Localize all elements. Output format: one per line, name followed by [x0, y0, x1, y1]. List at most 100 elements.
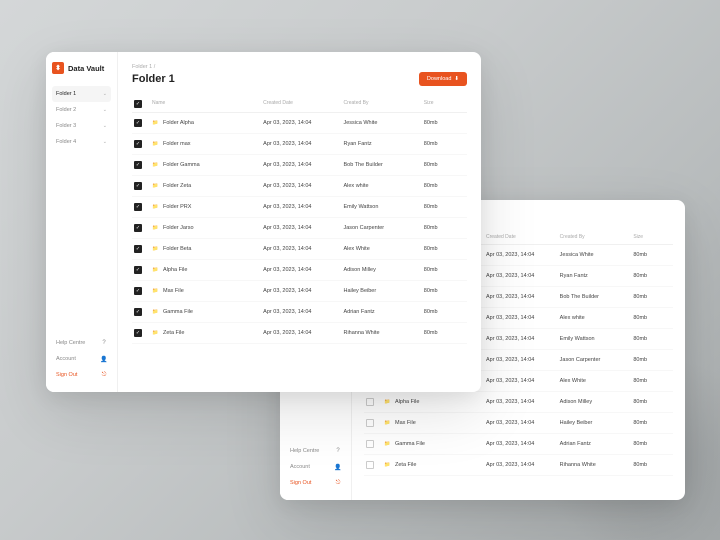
row-checkbox[interactable] [134, 203, 142, 211]
row-checkbox[interactable] [134, 266, 142, 274]
file-size: 80mb [633, 273, 673, 279]
sidebar-item-folder-2[interactable]: Folder 2⌄ [52, 102, 111, 118]
row-checkbox[interactable] [366, 398, 374, 406]
file-name: Folder max [163, 141, 191, 147]
file-date: Apr 03, 2023, 14:04 [486, 399, 560, 405]
folder-icon: 📁 [152, 288, 159, 295]
file-author: Jessica White [343, 120, 423, 126]
row-checkbox[interactable] [366, 440, 374, 448]
sidebar-item-folder-3[interactable]: Folder 3⌄ [52, 118, 111, 134]
table-row[interactable]: 📁Folder ZetaApr 03, 2023, 14:04Alex whit… [132, 176, 467, 197]
row-checkbox[interactable] [134, 224, 142, 232]
user-icon: 👤 [335, 464, 341, 470]
table-row[interactable]: 📁Folder JarsoApr 03, 2023, 14:04Jason Ca… [132, 218, 467, 239]
file-date: Apr 03, 2023, 14:04 [263, 162, 343, 168]
signout-link[interactable]: Sign Out ⎋ [286, 476, 345, 490]
file-size: 80mb [424, 225, 467, 231]
file-author: Adrian Fantz [560, 441, 634, 447]
row-checkbox[interactable] [366, 419, 374, 427]
table-row[interactable]: 📁Alpha FileApr 03, 2023, 14:04Adison Mil… [132, 260, 467, 281]
col-name[interactable]: Name [148, 100, 263, 108]
row-checkbox[interactable] [134, 182, 142, 190]
help-centre-link[interactable]: Help Centre ? [286, 444, 345, 458]
file-author: Alex White [343, 246, 423, 252]
row-checkbox[interactable] [134, 119, 142, 127]
file-name: Alpha File [163, 267, 187, 273]
file-size: 80mb [633, 420, 673, 426]
app-window-front: ⬍ Data Vault Folder 1⌄Folder 2⌄Folder 3⌄… [46, 52, 481, 392]
table-row[interactable]: 📁Zeta FileApr 03, 2023, 14:04Rihanna Whi… [364, 455, 673, 476]
col-size[interactable]: Size [424, 100, 467, 108]
row-checkbox[interactable] [134, 287, 142, 295]
file-name: Folder Alpha [163, 120, 194, 126]
file-name: Folder Zeta [163, 183, 191, 189]
file-author: Jason Carpenter [560, 357, 634, 363]
table-row[interactable]: 📁Folder maxApr 03, 2023, 14:04Ryan Fantz… [132, 134, 467, 155]
file-name: Folder Beta [163, 246, 191, 252]
file-size: 80mb [424, 246, 467, 252]
file-name: Folder PRX [163, 204, 191, 210]
row-checkbox[interactable] [134, 329, 142, 337]
signout-icon: ⎋ [335, 480, 341, 486]
file-date: Apr 03, 2023, 14:04 [263, 120, 343, 126]
chevron-down-icon: ⌄ [103, 139, 107, 145]
file-table: Name Created Date Created By Size 📁Folde… [132, 96, 467, 380]
table-row[interactable]: 📁Gamma FileApr 03, 2023, 14:04Adrian Fan… [132, 302, 467, 323]
col-by[interactable]: Created By [343, 100, 423, 108]
file-date: Apr 03, 2023, 14:04 [486, 462, 560, 468]
file-date: Apr 03, 2023, 14:04 [263, 141, 343, 147]
file-size: 80mb [424, 183, 467, 189]
file-date: Apr 03, 2023, 14:04 [263, 225, 343, 231]
table-row[interactable]: 📁Folder GammaApr 03, 2023, 14:04Bob The … [132, 155, 467, 176]
file-date: Apr 03, 2023, 14:04 [486, 357, 560, 363]
row-checkbox[interactable] [134, 308, 142, 316]
row-checkbox[interactable] [366, 461, 374, 469]
file-author: Adrian Fantz [343, 309, 423, 315]
row-checkbox[interactable] [134, 245, 142, 253]
file-size: 80mb [633, 441, 673, 447]
table-row[interactable]: 📁Max FileApr 03, 2023, 14:04Hailey Beibe… [132, 281, 467, 302]
table-row[interactable]: 📁Max FileApr 03, 2023, 14:04Hailey Beibe… [364, 413, 673, 434]
select-all-checkbox[interactable] [134, 100, 142, 108]
row-checkbox[interactable] [134, 140, 142, 148]
signout-link[interactable]: Sign Out ⎋ [52, 368, 111, 382]
row-checkbox[interactable] [134, 161, 142, 169]
table-row[interactable]: 📁Zeta FileApr 03, 2023, 14:04Rihanna Whi… [132, 323, 467, 344]
file-date: Apr 03, 2023, 14:04 [486, 315, 560, 321]
file-size: 80mb [424, 267, 467, 273]
file-author: Adison Milley [343, 267, 423, 273]
help-centre-link[interactable]: Help Centre ? [52, 336, 111, 350]
help-icon: ? [335, 448, 341, 454]
file-author: Alex White [560, 378, 634, 384]
file-name: Zeta File [395, 462, 416, 468]
file-author: Adison Milley [560, 399, 634, 405]
table-row[interactable]: 📁Folder AlphaApr 03, 2023, 14:04Jessica … [132, 113, 467, 134]
col-size: Size [633, 234, 673, 240]
download-button[interactable]: Download ⬇ [419, 72, 467, 86]
sidebar-item-folder-4[interactable]: Folder 4⌄ [52, 134, 111, 150]
chevron-down-icon: ⌄ [103, 91, 107, 97]
file-date: Apr 03, 2023, 14:04 [263, 183, 343, 189]
sidebar-item-folder-1[interactable]: Folder 1 ⌄ [52, 86, 111, 102]
table-row[interactable]: 📁Folder PRXApr 03, 2023, 14:04Emily Watt… [132, 197, 467, 218]
folder-icon: 📁 [152, 204, 159, 211]
app-name: Data Vault [68, 64, 104, 73]
col-date[interactable]: Created Date [263, 100, 343, 108]
file-author: Bob The Builder [560, 294, 634, 300]
breadcrumb[interactable]: Folder 1 / [132, 64, 467, 70]
file-author: Alex white [343, 183, 423, 189]
file-name: Zeta File [163, 330, 184, 336]
folder-icon: 📁 [152, 246, 159, 253]
table-row[interactable]: 📁Gamma FileApr 03, 2023, 14:04Adrian Fan… [364, 434, 673, 455]
file-date: Apr 03, 2023, 14:04 [263, 330, 343, 336]
file-size: 80mb [633, 336, 673, 342]
account-link[interactable]: Account 👤 [52, 352, 111, 366]
account-link[interactable]: Account 👤 [286, 460, 345, 474]
file-size: 80mb [424, 309, 467, 315]
sidebar-item-label: Folder 3 [56, 123, 76, 129]
table-row[interactable]: 📁Alpha FileApr 03, 2023, 14:04Adison Mil… [364, 392, 673, 413]
table-header: Name Created Date Created By Size [132, 96, 467, 113]
sidebar-item-label: Folder 1 [56, 91, 76, 97]
file-size: 80mb [633, 315, 673, 321]
table-row[interactable]: 📁Folder BetaApr 03, 2023, 14:04Alex Whit… [132, 239, 467, 260]
